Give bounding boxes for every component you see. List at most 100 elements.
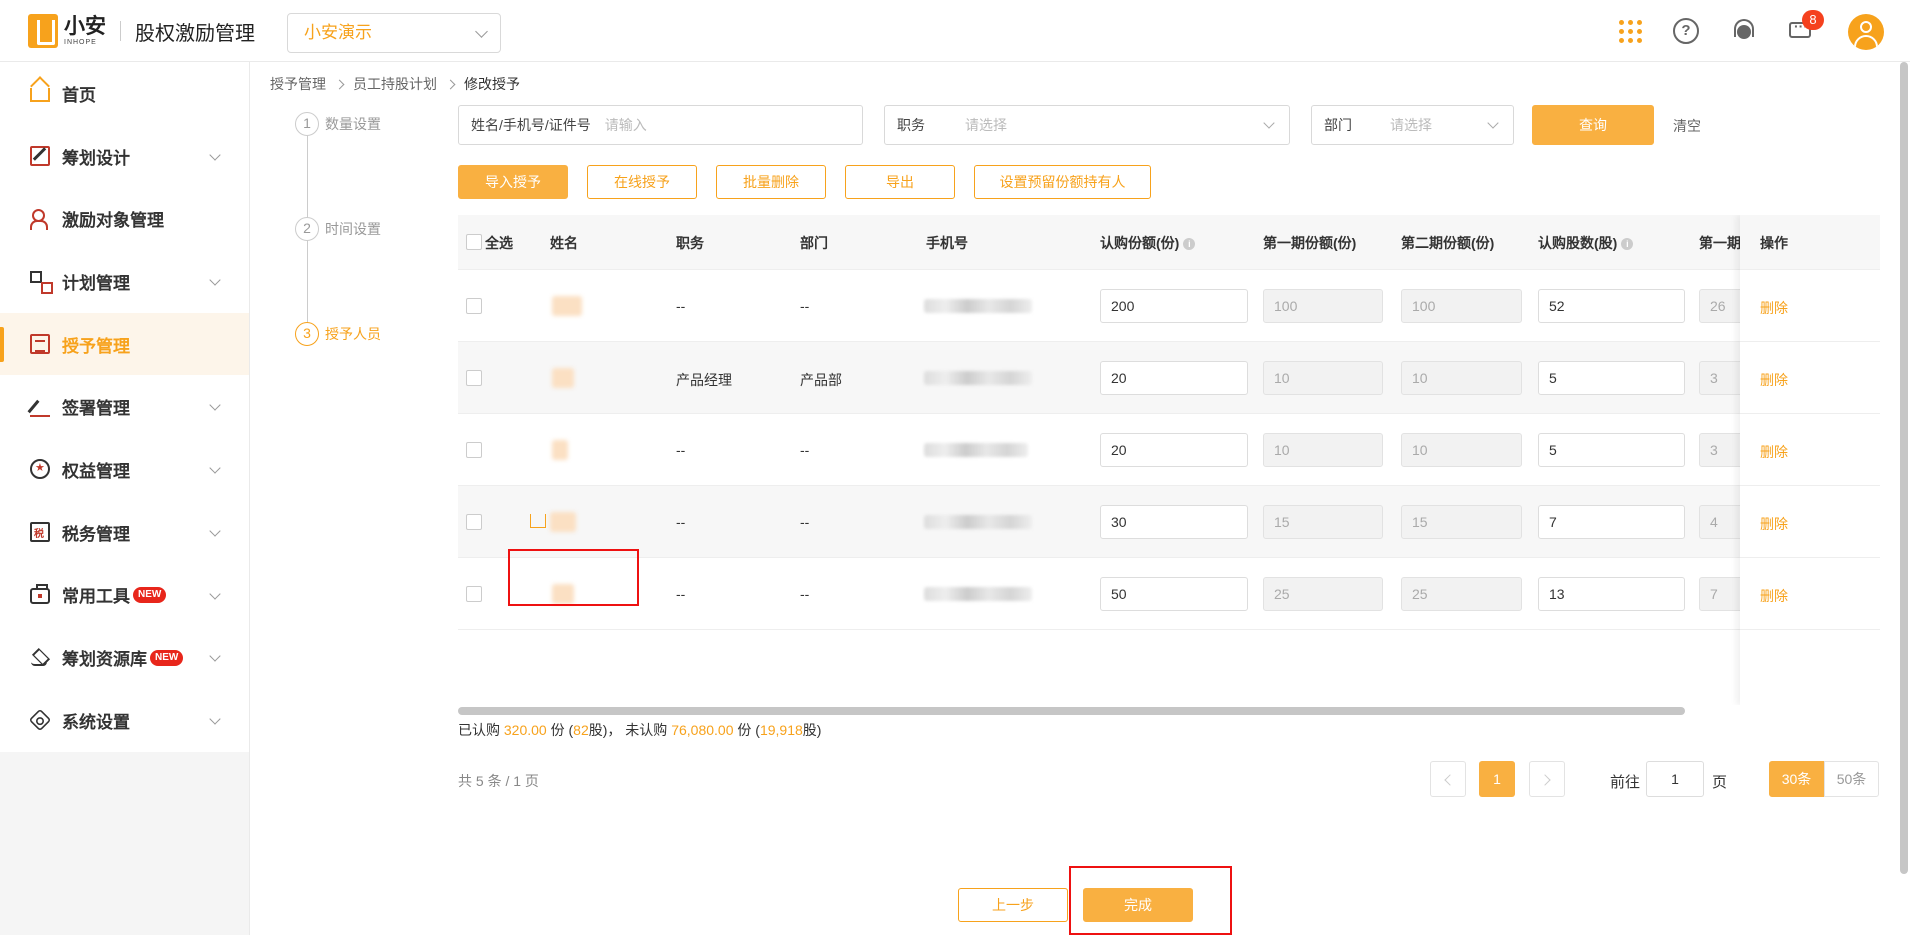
user-avatar[interactable] (1848, 14, 1884, 50)
sign-icon (30, 397, 50, 417)
chevron-down-icon (209, 650, 221, 662)
breadcrumb-item-esop[interactable]: 员工持股计划 (353, 74, 437, 94)
subscribed-shares-input[interactable]: 5 (1538, 433, 1685, 467)
help-icon[interactable]: ? (1673, 18, 1699, 44)
subscribed-units-input[interactable]: 50 (1100, 577, 1248, 611)
header-operation: 操作 (1740, 215, 1880, 270)
search-input-placeholder: 请输入 (604, 117, 647, 133)
top-header: 小安 INHOPE 股权激励管理 小安演示 ? 8 (0, 0, 1910, 62)
sidebar-item-label: 激励对象管理 (62, 211, 164, 231)
subscribed-units-input[interactable]: 30 (1100, 505, 1248, 539)
sidebar-item-plan-management[interactable]: 计划管理 (0, 250, 249, 313)
subscribed-units-input[interactable]: 20 (1100, 433, 1248, 467)
next-page-button[interactable] (1529, 761, 1565, 797)
sidebar-item-label: 授予管理 (62, 336, 130, 356)
online-grant-button[interactable]: 在线授予 (587, 165, 697, 199)
subscribed-shares-input[interactable]: 7 (1538, 505, 1685, 539)
sidebar-item-grant-management[interactable]: 授予管理 (0, 312, 249, 376)
org-chart-icon[interactable] (530, 514, 546, 528)
vertical-scrollbar[interactable] (1900, 62, 1908, 874)
step-grantees[interactable]: 3 授予人员 (295, 322, 381, 346)
page-number-current[interactable]: 1 (1479, 761, 1515, 797)
cell-position: -- (676, 442, 686, 458)
row-checkbox[interactable] (466, 298, 482, 314)
sidebar-item-incentive-targets[interactable]: 激励对象管理 (0, 187, 249, 250)
company-select[interactable]: 小安演示 (287, 13, 501, 53)
subscribed-shares-input[interactable]: 52 (1538, 289, 1685, 323)
batch-delete-button[interactable]: 批量删除 (716, 165, 826, 199)
position-select-placeholder: 请选择 (965, 117, 1007, 133)
previous-step-button[interactable]: 上一步 (958, 888, 1068, 922)
breadcrumb-item-grant-management[interactable]: 授予管理 (270, 74, 326, 94)
sidebar-item-system-settings[interactable]: 系统设置 (0, 689, 249, 752)
phone-redacted (924, 443, 1028, 457)
search-input[interactable]: 姓名/手机号/证件号 请输入 (458, 105, 863, 145)
prev-page-button[interactable] (1430, 761, 1466, 797)
sidebar-item-signing-management[interactable]: 签署管理 (0, 375, 249, 438)
step-quantity-settings[interactable]: 1 数量设置 (295, 112, 381, 136)
position-select[interactable]: 职务 请选择 (884, 105, 1290, 145)
row-checkbox[interactable] (466, 370, 482, 386)
customer-service-icon[interactable] (1731, 18, 1757, 44)
cell-position: 产品经理 (676, 372, 732, 388)
import-grant-button[interactable]: 导入授予 (458, 165, 568, 199)
page-size-50[interactable]: 50条 (1824, 761, 1879, 797)
logo[interactable]: 小安 INHOPE 股权激励管理 (28, 14, 255, 48)
export-button[interactable]: 导出 (845, 165, 955, 199)
logo-icon (28, 14, 58, 48)
step-time-settings[interactable]: 2 时间设置 (295, 217, 381, 241)
name-redacted (552, 440, 568, 460)
row-checkbox[interactable] (466, 586, 482, 602)
apps-grid-icon[interactable] (1617, 18, 1643, 44)
phone-redacted (924, 371, 1032, 385)
unsubscribed-shares-value: 19,918 (759, 722, 803, 738)
delete-row-button[interactable]: 删除 (1760, 370, 1788, 390)
first-period-units-field: 100 (1263, 289, 1383, 323)
info-icon[interactable]: i (1621, 238, 1634, 251)
sidebar-item-tax-management[interactable]: 税务管理 (0, 501, 249, 564)
grantee-table: 全选 姓名 职务 部门 手机号 认购份额(份) i 第一期份额(份) 第二期份额(… (458, 215, 1880, 705)
table-row: -- -- 200 100 100 52 26 (458, 270, 1880, 342)
delete-row-button[interactable]: 删除 (1760, 298, 1788, 318)
subscribed-units-input[interactable]: 20 (1100, 361, 1248, 395)
delete-row-button[interactable]: 删除 (1760, 514, 1788, 534)
subscribed-shares-input[interactable]: 13 (1538, 577, 1685, 611)
page-size-30[interactable]: 30条 (1769, 761, 1824, 797)
subscription-summary: 已认购 320.00 份 (82股)， 未认购 76,080.00 份 (19,… (458, 722, 822, 738)
header-phone: 手机号 (926, 235, 968, 251)
sidebar-item-common-tools[interactable]: 常用工具 NEW (0, 564, 249, 627)
unsubscribed-units-value: 76,080.00 (671, 722, 734, 738)
sidebar-item-equity-management[interactable]: 权益管理 (0, 438, 249, 501)
sidebar-item-home[interactable]: 首页 (0, 62, 249, 125)
delete-row-button[interactable]: 删除 (1760, 586, 1788, 606)
horizontal-scrollbar[interactable] (458, 707, 1685, 715)
header-first-period-units: 第一期份额(份) (1263, 235, 1357, 251)
sidebar-item-label: 计划管理 (62, 273, 130, 293)
chevron-down-icon (209, 399, 221, 412)
row-checkbox[interactable] (466, 514, 482, 530)
sidebar-item-planning-resources[interactable]: 筹划资源库 NEW (0, 626, 249, 689)
sidebar-item-label: 税务管理 (62, 524, 130, 544)
first-period-units-field: 10 (1263, 433, 1383, 467)
row-checkbox[interactable] (466, 442, 482, 458)
table-row: -- -- 30 15 15 7 4 (458, 486, 1880, 558)
second-period-units-field: 25 (1401, 577, 1522, 611)
chevron-down-icon (209, 462, 221, 474)
first-period-units-field: 15 (1263, 505, 1383, 539)
first-period-units-field: 25 (1263, 577, 1383, 611)
info-icon[interactable]: i (1183, 238, 1196, 251)
sidebar-item-planning-design[interactable]: 筹划设计 (0, 125, 249, 188)
goto-page-input[interactable]: 1 (1646, 761, 1704, 797)
department-select-placeholder: 请选择 (1390, 117, 1432, 133)
set-reserved-holder-button[interactable]: 设置预留份额持有人 (974, 165, 1151, 199)
department-select[interactable]: 部门 请选择 (1311, 105, 1514, 145)
edit-icon (30, 146, 50, 167)
subscribed-shares-input[interactable]: 5 (1538, 361, 1685, 395)
subscribed-units-input[interactable]: 200 (1100, 289, 1248, 323)
query-button[interactable]: 查询 (1532, 105, 1654, 145)
delete-row-button[interactable]: 删除 (1760, 442, 1788, 462)
select-all-checkbox[interactable] (466, 234, 482, 250)
step-number: 2 (295, 217, 319, 241)
clear-button[interactable]: 清空 (1673, 116, 1701, 136)
new-badge: NEW (150, 649, 184, 666)
